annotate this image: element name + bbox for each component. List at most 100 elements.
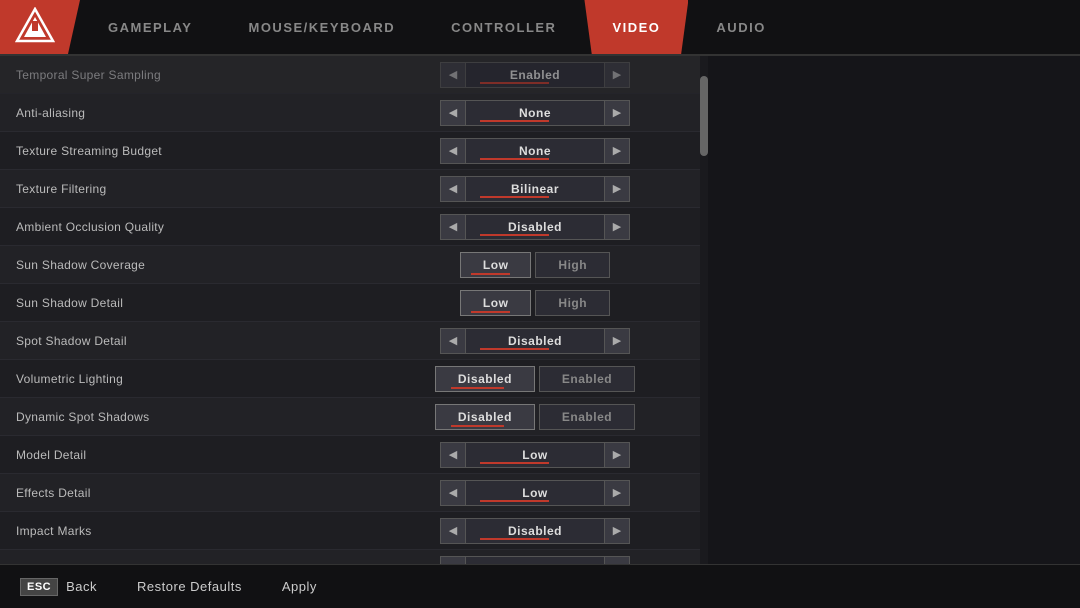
texture-streaming-control: ◀ None ▶ <box>386 138 684 164</box>
tab-mouse-keyboard[interactable]: MOUSE/KEYBOARD <box>220 0 423 54</box>
setting-row-impact-marks: Impact Marks ◀ Disabled ▶ <box>0 512 700 550</box>
volumetric-lighting-control: Disabled Enabled <box>386 366 684 392</box>
impact-marks-prev[interactable]: ◀ <box>440 518 466 544</box>
scrollbar-track[interactable] <box>700 56 708 564</box>
tab-video[interactable]: VIDEO <box>584 0 688 54</box>
logo-area <box>0 0 80 54</box>
spot-shadow-detail-prev[interactable]: ◀ <box>440 328 466 354</box>
ambient-occlusion-selector: ◀ Disabled ▶ <box>440 214 630 240</box>
nav-tabs: GAMEPLAY MOUSE/KEYBOARD CONTROLLER VIDEO… <box>80 0 1080 54</box>
restore-defaults-button[interactable]: Restore Defaults <box>137 579 242 594</box>
texture-streaming-selector: ◀ None ▶ <box>440 138 630 164</box>
sun-shadow-coverage-low[interactable]: Low <box>460 252 532 278</box>
model-detail-prev[interactable]: ◀ <box>440 442 466 468</box>
tab-gameplay[interactable]: GAMEPLAY <box>80 0 220 54</box>
anti-aliasing-text: None <box>519 106 551 120</box>
effects-detail-label: Effects Detail <box>16 486 386 500</box>
texture-streaming-next[interactable]: ▶ <box>604 138 630 164</box>
texture-filtering-next[interactable]: ▶ <box>604 176 630 202</box>
texture-filtering-label: Texture Filtering <box>16 182 386 196</box>
sun-shadow-detail-high[interactable]: High <box>535 290 610 316</box>
sun-shadow-detail-control: Low High <box>386 290 684 316</box>
effects-detail-text: Low <box>522 486 548 500</box>
impact-marks-next[interactable]: ▶ <box>604 518 630 544</box>
top-value-text: Enabled <box>510 68 560 82</box>
esc-key-label: ESC <box>20 578 58 596</box>
effects-detail-value: Low <box>466 480 604 506</box>
anti-aliasing-label: Anti-aliasing <box>16 106 386 120</box>
effects-detail-bar <box>480 500 549 502</box>
impact-marks-selector: ◀ Disabled ▶ <box>440 518 630 544</box>
dynamic-spot-shadows-disabled[interactable]: Disabled <box>435 404 535 430</box>
top-arrow-selector: ◀ Enabled ▶ <box>440 62 630 88</box>
nav-bar: GAMEPLAY MOUSE/KEYBOARD CONTROLLER VIDEO… <box>0 0 1080 56</box>
setting-row-sun-shadow-detail: Sun Shadow Detail Low High <box>0 284 700 322</box>
effects-detail-control: ◀ Low ▶ <box>386 480 684 506</box>
ragdolls-selector: ◀ Low ▶ <box>440 556 630 565</box>
ragdolls-control: ◀ Low ▶ <box>386 556 684 565</box>
anti-aliasing-selector: ◀ None ▶ <box>440 100 630 126</box>
apply-button[interactable]: Apply <box>282 579 317 594</box>
model-detail-text: Low <box>522 448 548 462</box>
sun-shadow-detail-low[interactable]: Low <box>460 290 532 316</box>
scrollbar-thumb[interactable] <box>700 76 708 156</box>
ambient-occlusion-prev[interactable]: ◀ <box>440 214 466 240</box>
effects-detail-selector: ◀ Low ▶ <box>440 480 630 506</box>
volumetric-lighting-disabled[interactable]: Disabled <box>435 366 535 392</box>
texture-filtering-text: Bilinear <box>511 182 559 196</box>
effects-detail-prev[interactable]: ◀ <box>440 480 466 506</box>
effects-detail-next[interactable]: ▶ <box>604 480 630 506</box>
top-setting-control: ◀ Enabled ▶ <box>386 62 684 88</box>
volumetric-lighting-enabled[interactable]: Enabled <box>539 366 635 392</box>
impact-marks-control: ◀ Disabled ▶ <box>386 518 684 544</box>
model-detail-next[interactable]: ▶ <box>604 442 630 468</box>
sun-shadow-coverage-toggle: Low High <box>460 252 610 278</box>
setting-row-volumetric-lighting: Volumetric Lighting Disabled Enabled <box>0 360 700 398</box>
top-prev-btn[interactable]: ◀ <box>440 62 466 88</box>
sun-shadow-coverage-high[interactable]: High <box>535 252 610 278</box>
impact-marks-text: Disabled <box>508 524 562 538</box>
ambient-occlusion-label: Ambient Occlusion Quality <box>16 220 386 234</box>
texture-filtering-control: ◀ Bilinear ▶ <box>386 176 684 202</box>
ambient-occlusion-bar <box>480 234 549 236</box>
anti-aliasing-control: ◀ None ▶ <box>386 100 684 126</box>
anti-aliasing-prev[interactable]: ◀ <box>440 100 466 126</box>
top-setting-label: Temporal Super Sampling <box>16 68 386 82</box>
spot-shadow-detail-next[interactable]: ▶ <box>604 328 630 354</box>
setting-row-dynamic-spot-shadows: Dynamic Spot Shadows Disabled Enabled <box>0 398 700 436</box>
model-detail-bar <box>480 462 549 464</box>
texture-streaming-value: None <box>466 138 604 164</box>
settings-panel[interactable]: Temporal Super Sampling ◀ Enabled ▶ Anti… <box>0 56 700 564</box>
back-label: Back <box>66 579 97 594</box>
spot-shadow-detail-bar <box>480 348 549 350</box>
model-detail-value: Low <box>466 442 604 468</box>
dynamic-spot-shadows-enabled[interactable]: Enabled <box>539 404 635 430</box>
ragdolls-next[interactable]: ▶ <box>604 556 630 565</box>
ambient-occlusion-control: ◀ Disabled ▶ <box>386 214 684 240</box>
impact-marks-bar <box>480 538 549 540</box>
texture-filtering-prev[interactable]: ◀ <box>440 176 466 202</box>
back-button[interactable]: ESC Back <box>20 578 97 596</box>
anti-aliasing-value: None <box>466 100 604 126</box>
texture-filtering-selector: ◀ Bilinear ▶ <box>440 176 630 202</box>
setting-row-ambient-occlusion: Ambient Occlusion Quality ◀ Disabled ▶ <box>0 208 700 246</box>
anti-aliasing-bar <box>480 120 549 122</box>
texture-streaming-label: Texture Streaming Budget <box>16 144 386 158</box>
tab-audio[interactable]: AUDIO <box>688 0 793 54</box>
tab-controller[interactable]: CONTROLLER <box>423 0 584 54</box>
top-value-display: Enabled <box>466 62 604 88</box>
texture-streaming-prev[interactable]: ◀ <box>440 138 466 164</box>
apply-label: Apply <box>282 579 317 594</box>
model-detail-control: ◀ Low ▶ <box>386 442 684 468</box>
setting-row-texture-filtering: Texture Filtering ◀ Bilinear ▶ <box>0 170 700 208</box>
ambient-occlusion-text: Disabled <box>508 220 562 234</box>
setting-row-effects-detail: Effects Detail ◀ Low ▶ <box>0 474 700 512</box>
ambient-occlusion-next[interactable]: ▶ <box>604 214 630 240</box>
dynamic-spot-shadows-toggle: Disabled Enabled <box>435 404 635 430</box>
anti-aliasing-next[interactable]: ▶ <box>604 100 630 126</box>
spot-shadow-detail-control: ◀ Disabled ▶ <box>386 328 684 354</box>
ragdolls-prev[interactable]: ◀ <box>440 556 466 565</box>
top-next-btn[interactable]: ▶ <box>604 62 630 88</box>
texture-filtering-bar <box>480 196 549 198</box>
bottom-bar: ESC Back Restore Defaults Apply <box>0 564 1080 608</box>
